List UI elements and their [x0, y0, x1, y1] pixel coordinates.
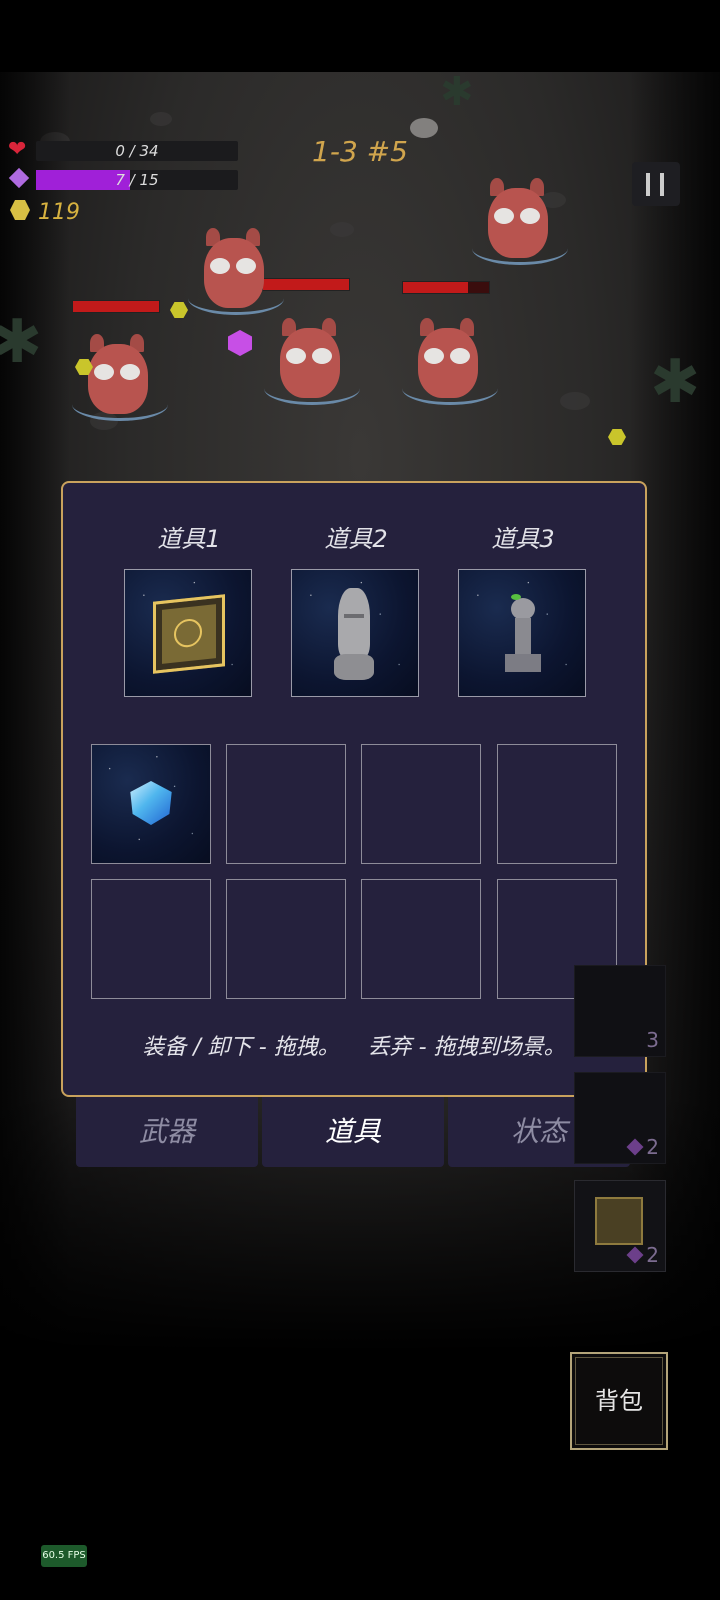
- enemy-creature[interactable]: [264, 318, 360, 405]
- side-item-count: 2: [646, 1135, 659, 1159]
- inventory-slot-2[interactable]: [226, 744, 346, 864]
- heart-icon: ❤: [8, 137, 27, 162]
- rune-cube-icon: [595, 1197, 643, 1245]
- equip-slot-3[interactable]: [458, 569, 586, 697]
- enemy-health-bar: [402, 281, 490, 294]
- side-item-count: 3: [646, 1028, 659, 1052]
- golden-rune-cube-icon[interactable]: [153, 594, 225, 674]
- stage-label: 1-3 #5: [312, 135, 408, 168]
- side-item-count: 2: [646, 1243, 659, 1267]
- equip-slot-2[interactable]: [291, 569, 419, 697]
- mana-bar: 7 / 15: [36, 170, 238, 190]
- moai-statue-icon[interactable]: [334, 588, 374, 684]
- enemy-creature[interactable]: [188, 228, 284, 315]
- equip-slot-1[interactable]: [124, 569, 252, 697]
- gem-cost-icon: [626, 1138, 644, 1156]
- health-bar: 0 / 34: [36, 141, 238, 161]
- chess-tower-icon[interactable]: [505, 594, 541, 674]
- gold-count: 119: [38, 200, 80, 225]
- inventory-slot-7[interactable]: [361, 879, 481, 999]
- enemy-health-bar: [72, 300, 160, 313]
- inventory-slot-5[interactable]: [91, 879, 211, 999]
- pause-icon: [646, 173, 650, 196]
- inventory-slot-3[interactable]: [361, 744, 481, 864]
- inventory-slot-1[interactable]: [91, 744, 211, 864]
- health-text: 0 / 34: [115, 142, 159, 160]
- enemy-creature[interactable]: [472, 178, 568, 265]
- fps-counter: 60.5 FPS: [41, 1545, 87, 1567]
- equip-slot-label-3: 道具3: [491, 525, 555, 553]
- tab-items[interactable]: 道具: [262, 1097, 444, 1167]
- equip-slot-label-1: 道具1: [157, 525, 221, 553]
- backpack-button[interactable]: 背包: [570, 1352, 668, 1450]
- enemy-creature[interactable]: [402, 318, 498, 405]
- mana-text: 7 / 15: [115, 171, 159, 189]
- inventory-slot-6[interactable]: [226, 879, 346, 999]
- tab-weapons[interactable]: 武器: [76, 1097, 258, 1167]
- pause-button[interactable]: [632, 162, 680, 206]
- item-panel: 道具1 道具2 道具3 装备 / 卸下 - 拖拽。 丢弃 - 拖拽到场景。: [61, 481, 647, 1097]
- drag-hint-text: 装备 / 卸下 - 拖拽。 丢弃 - 拖拽到场景。: [142, 1035, 566, 1060]
- inventory-slot-4[interactable]: [497, 744, 617, 864]
- side-item-card[interactable]: 3: [574, 965, 666, 1057]
- gem-cost-icon: [626, 1246, 644, 1264]
- side-item-card[interactable]: 2: [574, 1072, 666, 1164]
- side-item-card[interactable]: 2: [574, 1180, 666, 1272]
- equip-slot-label-2: 道具2: [324, 525, 388, 553]
- enemy-creature[interactable]: [72, 334, 168, 421]
